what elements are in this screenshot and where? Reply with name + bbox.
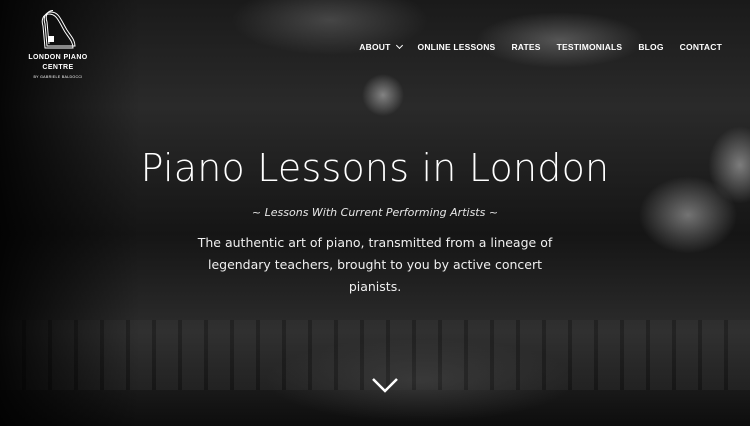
chevron-down-icon bbox=[395, 41, 403, 50]
nav-item-label: RATES bbox=[511, 42, 541, 52]
main-navigation: ABOUT ONLINE LESSONS RATES TESTIMONIALS … bbox=[343, 41, 722, 52]
nav-item-label: TESTIMONIALS bbox=[556, 42, 623, 52]
nav-item-label: ABOUT bbox=[359, 42, 391, 52]
chevron-down-icon bbox=[372, 378, 398, 393]
nav-item-testimonials[interactable]: TESTIMONIALS bbox=[557, 42, 623, 52]
hero-subtitle: ~ Lessons With Current Performing Artist… bbox=[251, 206, 499, 219]
scroll-down-button[interactable] bbox=[370, 370, 400, 400]
hero-title: Piano Lessons in London bbox=[140, 146, 610, 190]
nav-item-label: BLOG bbox=[638, 42, 664, 52]
hero-description: The authentic art of piano, transmitted … bbox=[197, 235, 553, 294]
nav-item-about[interactable]: ABOUT bbox=[359, 41, 403, 52]
nav-item-label: CONTACT bbox=[679, 42, 722, 52]
logo-tagline: BY GABRIELE BALDOCCI bbox=[33, 75, 83, 79]
nav-item-label: ONLINE LESSONS bbox=[417, 42, 496, 52]
logo-name-line2: CENTRE bbox=[42, 64, 74, 71]
logo-name-line1: LONDON PIANO bbox=[28, 54, 88, 61]
nav-item-rates[interactable]: RATES bbox=[511, 42, 540, 52]
site-logo[interactable]: LONDON PIANO CENTRE BY GABRIELE BALDOCCI bbox=[22, 10, 94, 90]
piano-logo-icon bbox=[41, 10, 76, 49]
nav-item-online-lessons[interactable]: ONLINE LESSONS bbox=[418, 42, 496, 52]
nav-item-blog[interactable]: BLOG bbox=[638, 42, 663, 52]
hero-section: LONDON PIANO CENTRE BY GABRIELE BALDOCCI… bbox=[0, 0, 750, 426]
nav-item-contact[interactable]: CONTACT bbox=[680, 42, 722, 52]
